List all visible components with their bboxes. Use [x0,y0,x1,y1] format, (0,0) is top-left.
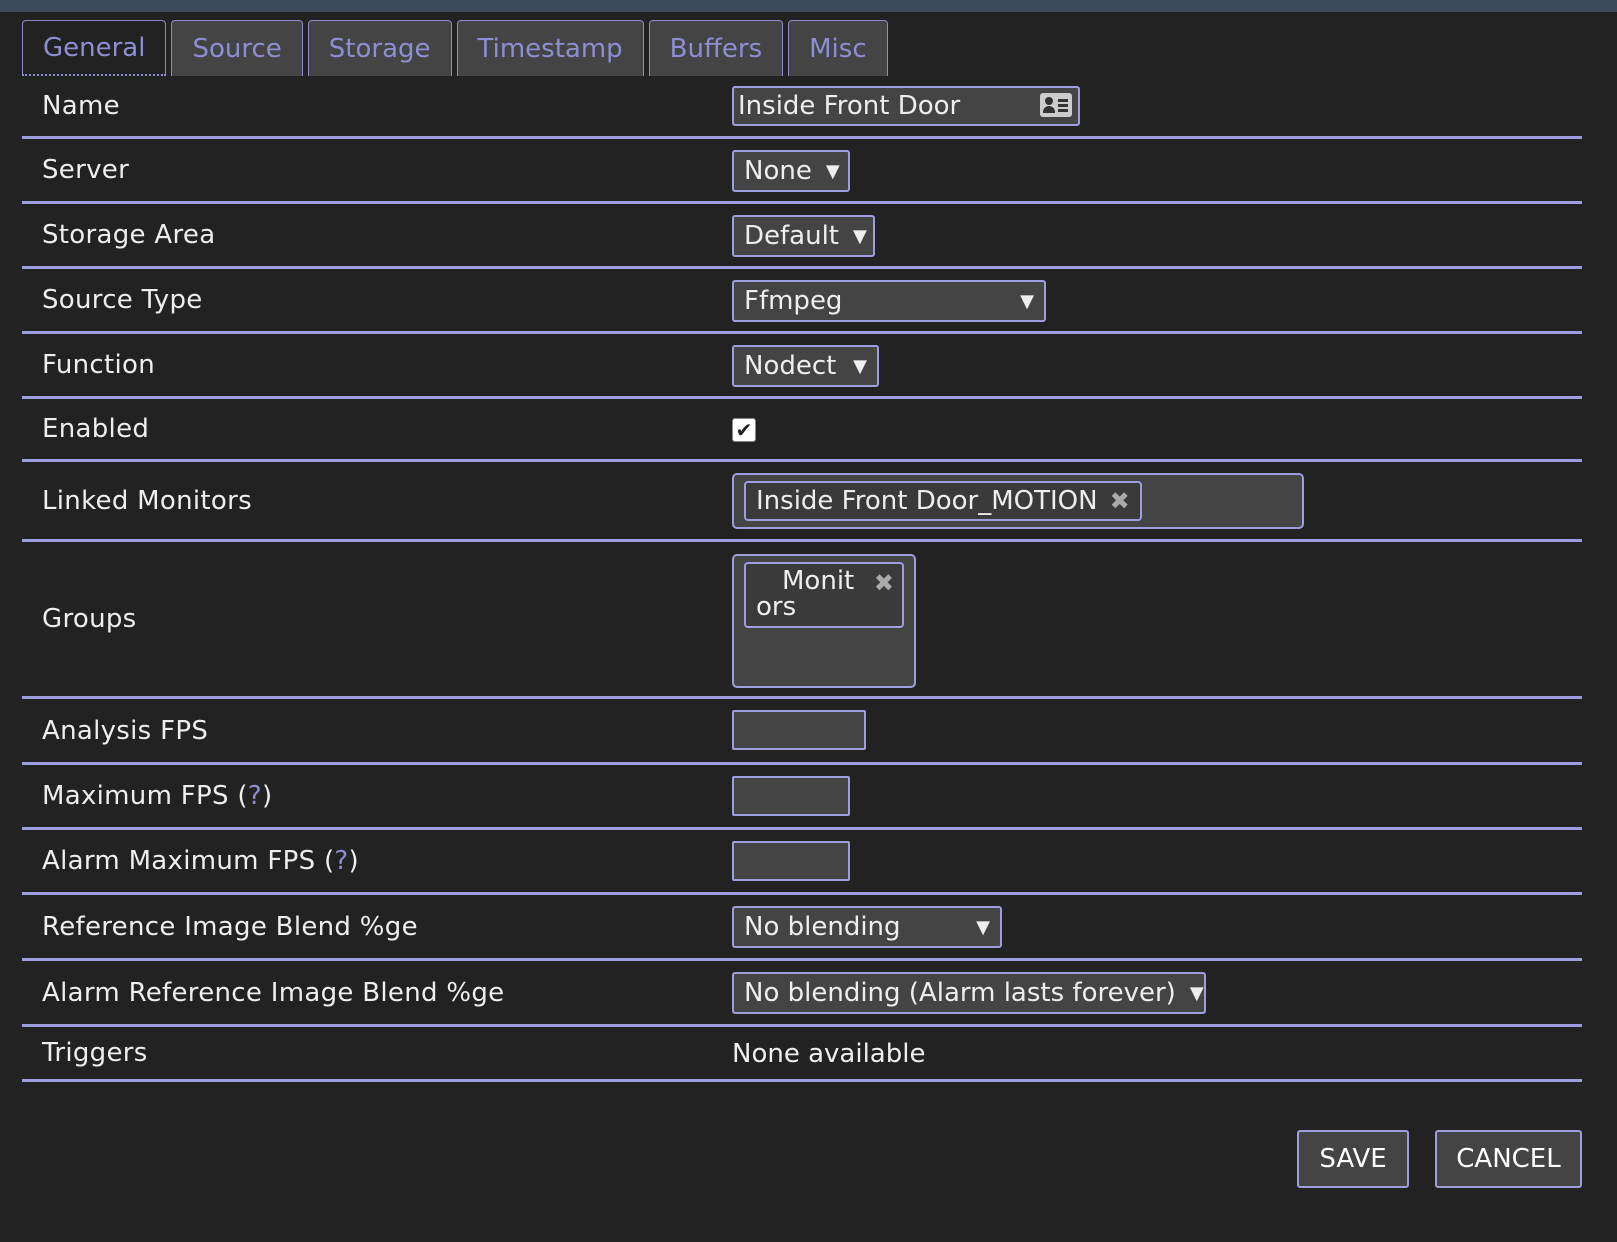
row-enabled: Enabled ✔ [22,399,1582,462]
enabled-label: Enabled [42,414,150,444]
source-type-label: Source Type [42,285,203,315]
linked-monitor-chip: Inside Front Door_MOTION ✖ [744,481,1142,521]
linked-monitors-select[interactable]: Inside Front Door_MOTION ✖ [732,473,1304,529]
row-linked-monitors: Linked Monitors Inside Front Door_MOTION… [22,462,1582,542]
top-bar [0,0,1617,12]
alarm-maximum-fps-input[interactable] [732,841,850,881]
function-label: Function [42,350,155,380]
storage-area-select[interactable]: Default ▼ [732,215,875,257]
row-alarm-reference-blend: Alarm Reference Image Blend %ge No blend… [22,961,1582,1027]
reference-blend-select[interactable]: No blending ▼ [732,906,1002,948]
name-input[interactable] [732,86,1080,126]
alarm-maximum-fps-label: Alarm Maximum FPS (?) [42,846,359,876]
save-button[interactable]: SAVE [1297,1130,1409,1188]
triggers-value: None available [732,1039,926,1069]
row-source-type: Source Type Ffmpeg ▼ [22,269,1582,334]
server-value: None [744,156,812,186]
row-function: Function Nodect ▼ [22,334,1582,399]
analysis-fps-input[interactable] [732,710,866,750]
linked-monitors-label: Linked Monitors [42,485,252,516]
chevron-down-icon: ▼ [976,916,990,938]
groups-select[interactable]: Monit ors ✖ [732,554,916,688]
group-chip: Monit ors ✖ [744,562,904,628]
tab-buffers[interactable]: Buffers [648,20,784,76]
maximum-fps-help-link[interactable]: ? [248,781,262,811]
enabled-checkbox[interactable]: ✔ [732,418,756,442]
row-groups: Groups Monit ors ✖ [22,542,1582,699]
triggers-label: Triggers [42,1038,148,1068]
chevron-down-icon: ▼ [1020,290,1034,312]
monitor-settings-form: Name Server None ▼ Storage Area [22,76,1582,1082]
alarm-reference-blend-label: Alarm Reference Image Blend %ge [42,977,505,1008]
name-field-wrap [732,86,1080,126]
tab-timestamp[interactable]: Timestamp [456,20,644,76]
analysis-fps-label: Analysis FPS [42,715,209,746]
remove-icon[interactable]: ✖ [874,570,894,596]
tab-source[interactable]: Source [171,20,303,76]
row-analysis-fps: Analysis FPS [22,699,1582,765]
function-select[interactable]: Nodect ▼ [732,345,879,387]
storage-area-value: Default [744,221,839,251]
reference-blend-label: Reference Image Blend %ge [42,911,418,942]
source-type-value: Ffmpeg [744,286,843,316]
source-type-select[interactable]: Ffmpeg ▼ [732,280,1046,322]
row-triggers: Triggers None available [22,1027,1582,1082]
chevron-down-icon: ▼ [1189,982,1204,1004]
server-label: Server [42,155,130,185]
reference-blend-value: No blending [744,912,901,942]
function-value: Nodect [744,351,837,381]
chevron-down-icon: ▼ [853,225,867,247]
alarm-reference-blend-value: No blending (Alarm lasts forever) [744,978,1176,1008]
check-icon: ✔ [735,418,753,442]
cancel-button[interactable]: CANCEL [1435,1130,1582,1188]
row-alarm-maximum-fps: Alarm Maximum FPS (?) [22,830,1582,895]
maximum-fps-label: Maximum FPS (?) [42,781,273,811]
row-maximum-fps: Maximum FPS (?) [22,765,1582,830]
server-select[interactable]: None ▼ [732,150,850,192]
alarm-maximum-fps-help-link[interactable]: ? [334,846,348,876]
row-storage-area: Storage Area Default ▼ [22,204,1582,269]
name-label: Name [42,91,120,121]
row-name: Name [22,76,1582,139]
groups-label: Groups [42,604,137,634]
row-reference-blend: Reference Image Blend %ge No blending ▼ [22,895,1582,961]
row-server: Server None ▼ [22,139,1582,204]
tab-bar: General Source Storage Timestamp Buffers… [22,20,888,76]
group-chip-label-line1: Monit [782,566,855,596]
maximum-fps-input[interactable] [732,776,850,816]
tab-storage[interactable]: Storage [307,20,452,76]
tab-general[interactable]: General [22,20,167,76]
storage-area-label: Storage Area [42,220,216,250]
tab-misc[interactable]: Misc [788,20,888,76]
alarm-reference-blend-select[interactable]: No blending (Alarm lasts forever) ▼ [732,972,1206,1014]
linked-monitor-chip-label: Inside Front Door_MOTION [756,486,1098,516]
group-chip-label-line2: ors [756,592,797,622]
chevron-down-icon: ▼ [825,160,840,182]
contact-card-icon[interactable] [1040,93,1072,117]
chevron-down-icon: ▼ [853,355,867,377]
remove-icon[interactable]: ✖ [1110,487,1130,515]
